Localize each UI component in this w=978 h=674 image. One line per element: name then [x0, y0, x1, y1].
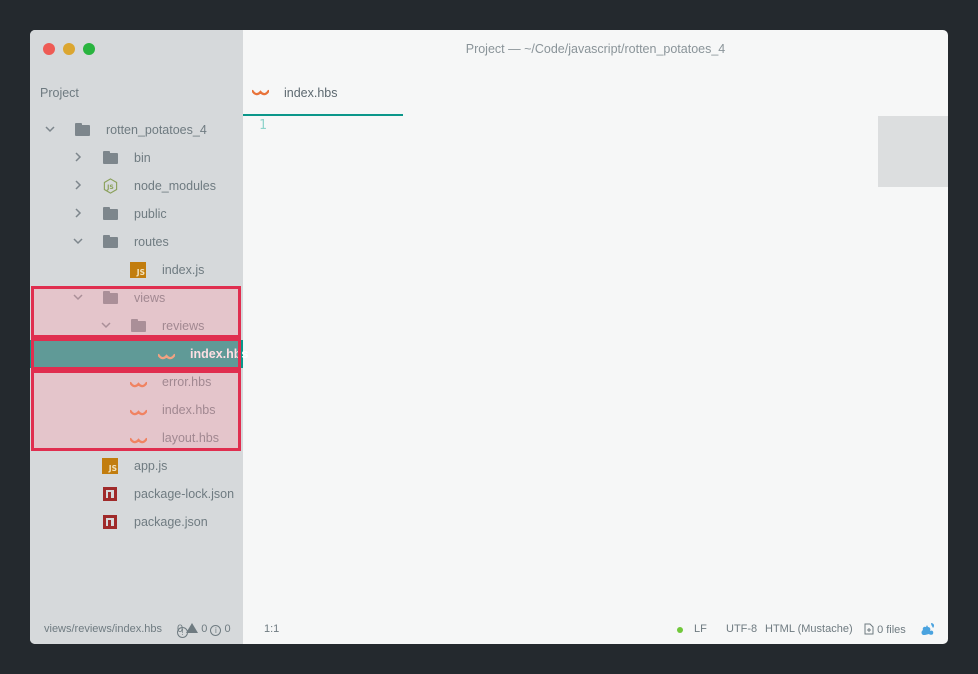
tree-item-label: public: [134, 207, 167, 221]
tree-item-label: index.hbs: [162, 403, 216, 417]
chevron-down-icon[interactable]: [73, 292, 83, 302]
tree-item-label: app.js: [134, 459, 168, 473]
tree-item-node-modules[interactable]: JS node_modules: [30, 172, 243, 200]
tab-index-hbs[interactable]: index.hbs: [243, 70, 403, 116]
chevron-down-icon[interactable]: [45, 124, 55, 134]
active-tab-indicator: [243, 114, 403, 116]
javascript-file-icon: JS: [130, 262, 147, 278]
folder-icon: [103, 234, 120, 250]
tree-item-bin[interactable]: bin: [30, 144, 243, 172]
line-number: 1: [259, 118, 267, 133]
window-title: Project — ~/Code/javascript/rotten_potat…: [465, 42, 726, 56]
mustache-icon: [130, 409, 147, 416]
tree-view-sidebar: Project rotten_potatoes_4 bin JS node_mo…: [30, 30, 248, 644]
status-diagnostics[interactable]: ! 0 0 i 0: [177, 623, 231, 638]
status-grammar[interactable]: HTML (Mustache): [765, 623, 853, 635]
tree-item-label: reviews: [162, 319, 205, 333]
git-files-label: 0 files: [877, 624, 906, 636]
tree-item-label: layout.hbs: [162, 431, 219, 445]
tree-item-label: error.hbs: [162, 375, 212, 389]
npm-icon: [102, 486, 119, 502]
status-encoding[interactable]: UTF-8: [726, 623, 757, 635]
status-cursor-position[interactable]: 1:1: [264, 623, 279, 635]
tree-item-routes[interactable]: routes: [30, 228, 243, 256]
tree-item-reviews[interactable]: reviews: [30, 312, 243, 340]
error-icon: !: [177, 627, 188, 638]
minimize-window-button[interactable]: [63, 43, 75, 55]
close-window-button[interactable]: [43, 43, 55, 55]
file-icon: [864, 623, 874, 635]
tree-item-rotten-potatoes-4[interactable]: rotten_potatoes_4: [30, 116, 243, 144]
tree-item-label: views: [134, 291, 166, 305]
tree-item-app-js[interactable]: JS app.js: [30, 452, 243, 480]
svg-text:JS: JS: [106, 184, 114, 191]
chevron-down-icon[interactable]: [73, 236, 83, 246]
maximize-window-button[interactable]: [83, 43, 95, 55]
squirrel-icon[interactable]: [920, 622, 935, 639]
chevron-right-icon[interactable]: [73, 208, 83, 218]
folder-icon: [103, 206, 120, 222]
tree-item-views-index-hbs[interactable]: index.hbs: [30, 396, 243, 424]
tree-item-reviews-index-hbs[interactable]: index.hbs: [30, 340, 248, 368]
mustache-icon: [158, 353, 175, 360]
tree-item-label: node_modules: [134, 179, 217, 193]
mustache-icon: [252, 89, 269, 96]
status-git-files[interactable]: 0 files: [864, 623, 906, 636]
warning-count: 0: [201, 623, 208, 635]
tree-item-label: index.hbs: [190, 347, 249, 361]
status-line-ending[interactable]: LF: [694, 623, 707, 635]
tab-label: index.hbs: [284, 86, 338, 100]
mustache-icon: [130, 381, 147, 388]
javascript-file-icon: JS: [102, 458, 119, 474]
folder-icon: [103, 290, 120, 306]
status-file-path[interactable]: views/reviews/index.hbs: [44, 623, 162, 635]
chevron-down-icon[interactable]: [101, 320, 111, 330]
tree-item-index-js[interactable]: JS index.js: [30, 256, 243, 284]
file-tree: rotten_potatoes_4 bin JS node_modules pu…: [30, 116, 248, 536]
tree-item-package-json[interactable]: package.json: [30, 508, 243, 536]
folder-icon: [75, 122, 92, 138]
tree-item-label: bin: [134, 151, 151, 165]
tree-item-public[interactable]: public: [30, 200, 243, 228]
npm-icon: [102, 514, 119, 530]
tree-item-layout-hbs[interactable]: layout.hbs: [30, 424, 243, 452]
tree-view-header: Project: [40, 86, 79, 100]
folder-icon: [131, 318, 148, 334]
tree-item-label: rotten_potatoes_4: [106, 123, 207, 137]
mustache-icon: [130, 437, 147, 444]
tree-item-label: routes: [134, 235, 169, 249]
minimap[interactable]: [878, 116, 948, 187]
info-count: 0: [224, 623, 231, 635]
tree-item-label: package.json: [134, 515, 208, 529]
editor-window: Project rotten_potatoes_4 bin JS node_mo…: [30, 30, 948, 644]
tree-item-error-hbs[interactable]: error.hbs: [30, 368, 243, 396]
chevron-right-icon[interactable]: [73, 180, 83, 190]
status-bar: views/reviews/index.hbs ! 0 0 i 0 1:1 LF…: [30, 619, 948, 641]
tree-item-views[interactable]: views: [30, 284, 243, 312]
tree-item-label: package-lock.json: [134, 487, 235, 501]
tree-item-label: index.js: [162, 263, 205, 277]
nodejs-icon: JS: [103, 178, 118, 194]
tree-item-package-lock-json[interactable]: package-lock.json: [30, 480, 243, 508]
info-icon: i: [210, 625, 222, 636]
chevron-right-icon[interactable]: [73, 152, 83, 162]
folder-icon: [103, 150, 120, 166]
